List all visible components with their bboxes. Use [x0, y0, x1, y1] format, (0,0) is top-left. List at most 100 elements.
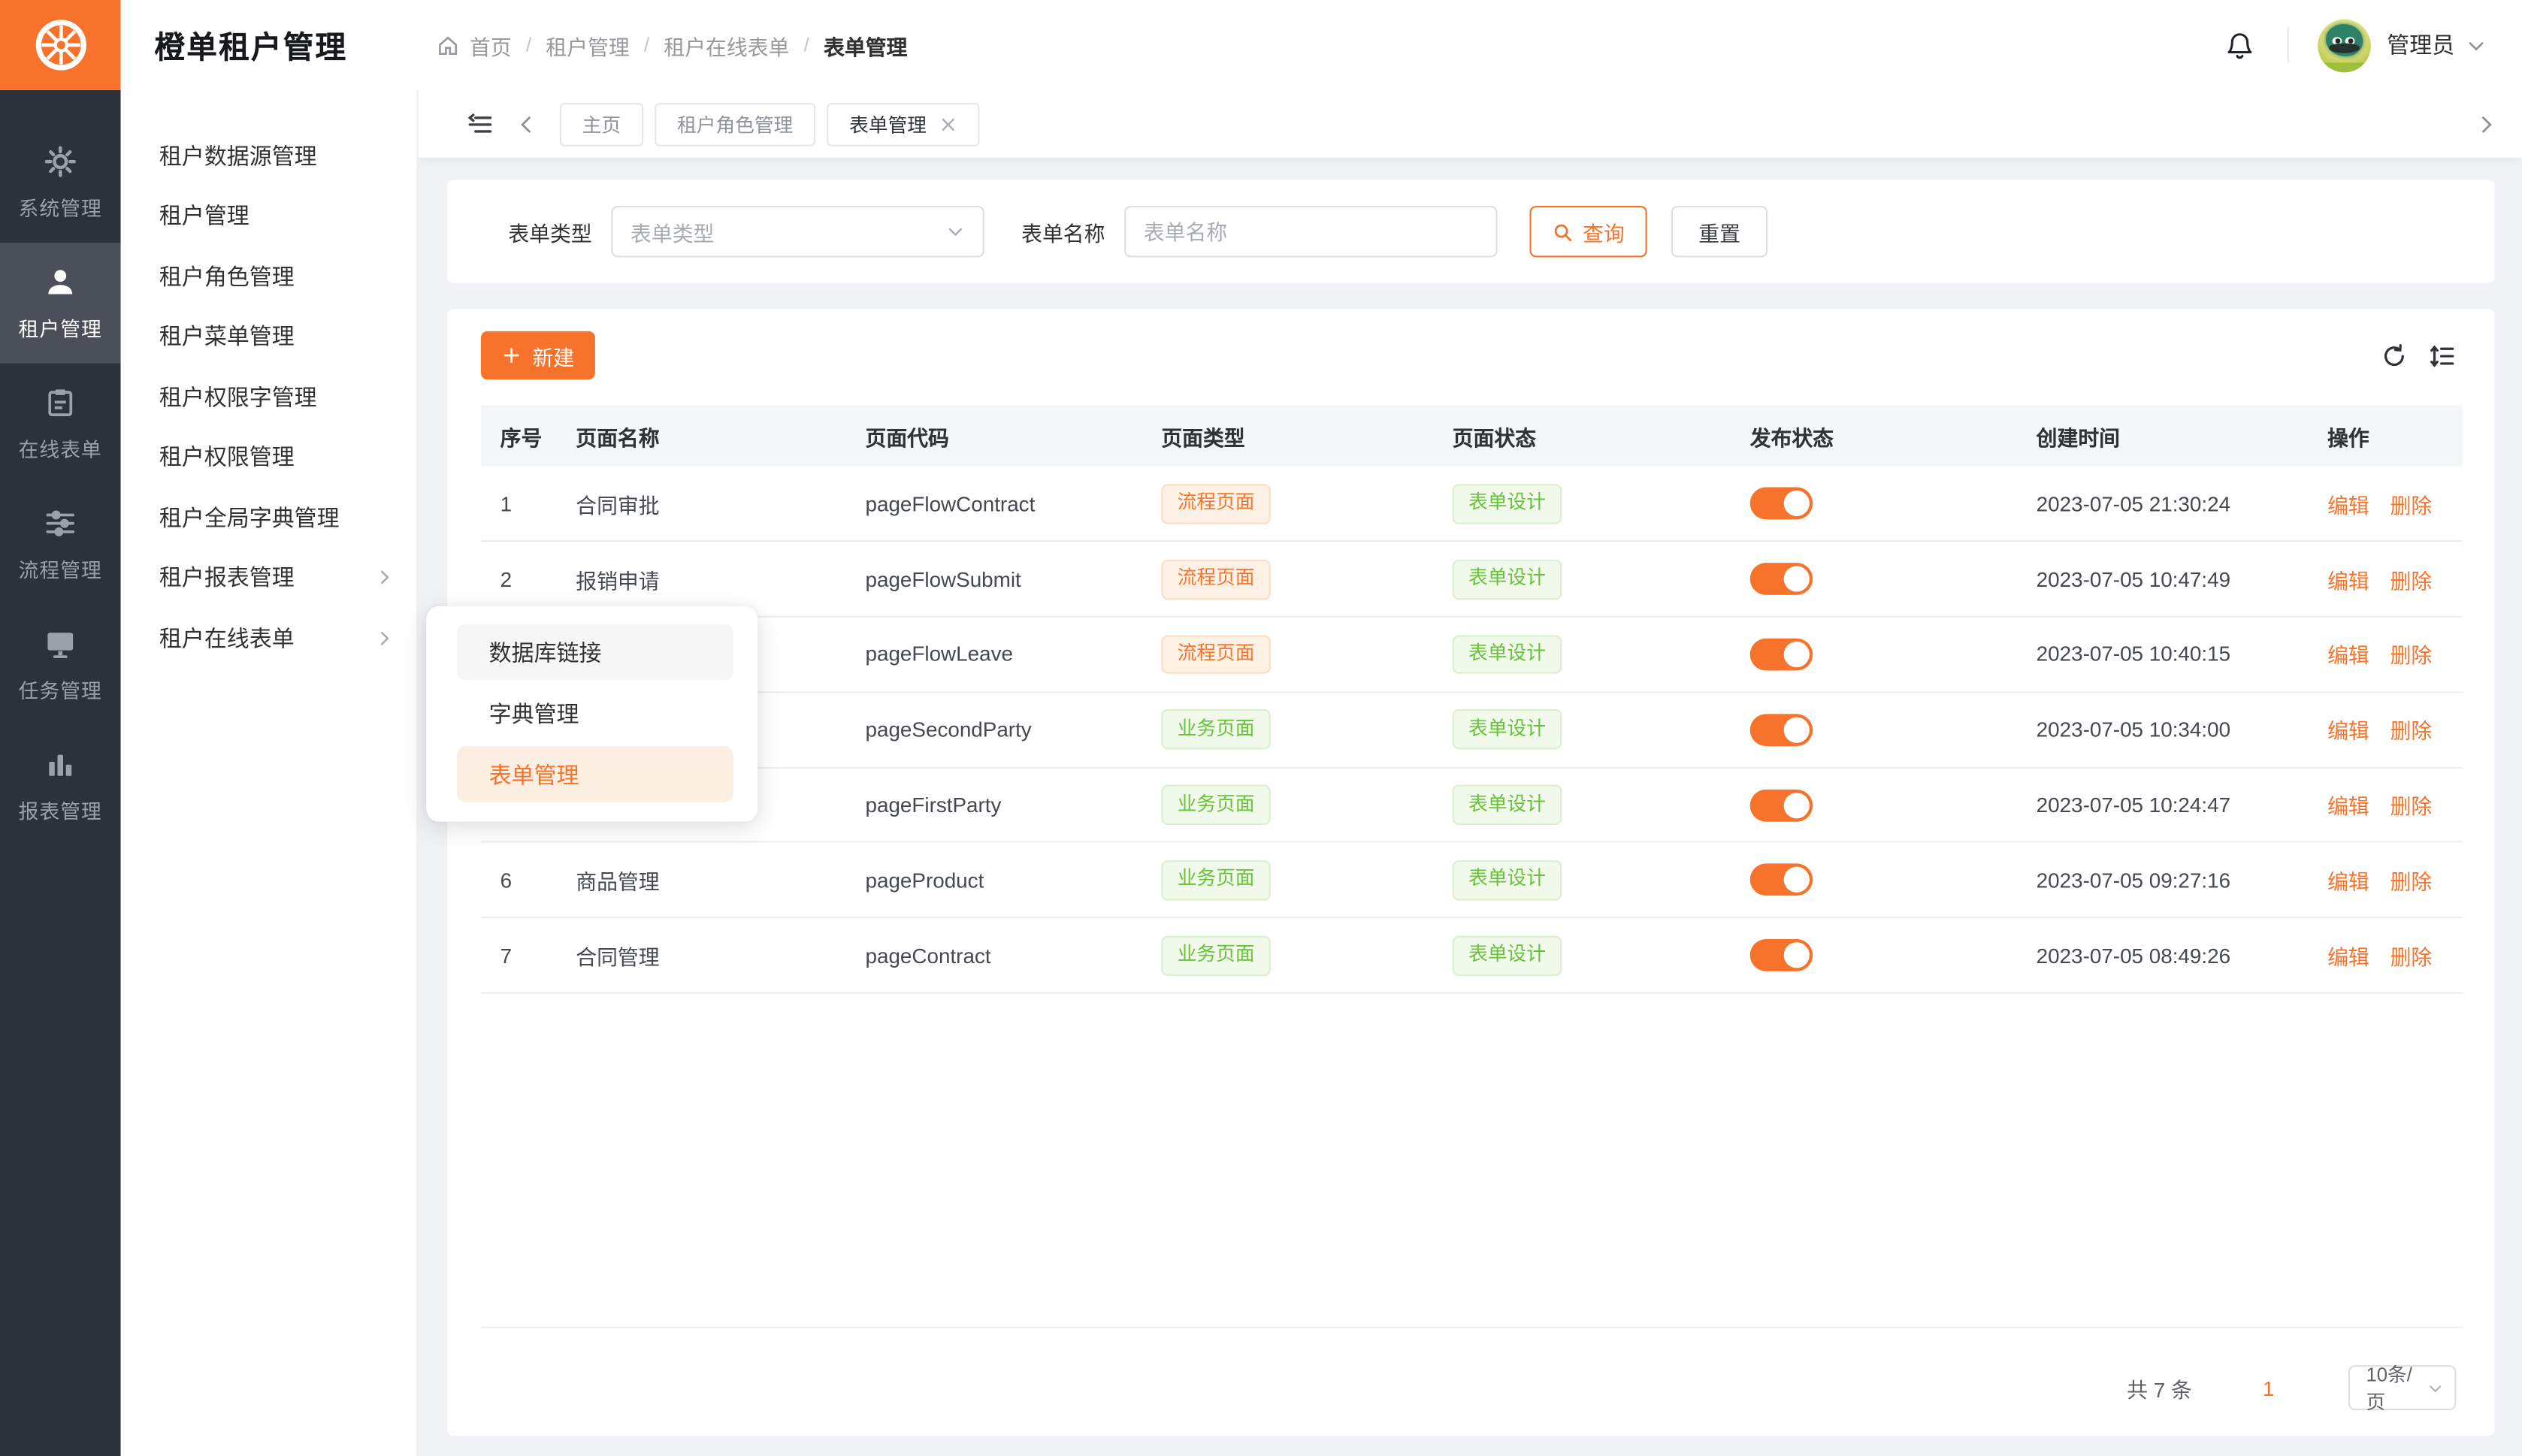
delete-link[interactable]: 删除 [2390, 945, 2433, 969]
delete-link[interactable]: 删除 [2390, 493, 2433, 517]
form-name-input[interactable] [1144, 219, 1478, 243]
cell-page-code: pageSecondParty [846, 692, 1142, 767]
bar-chart-icon [44, 747, 77, 781]
flyout-item-form-management[interactable]: 表单管理 [457, 746, 733, 802]
user-name[interactable]: 管理员 [2387, 29, 2454, 62]
user-icon [44, 264, 77, 298]
page-prev-icon[interactable] [2218, 1378, 2240, 1397]
edit-link[interactable]: 编辑 [2327, 569, 2369, 593]
delete-link[interactable]: 删除 [2390, 569, 2433, 593]
cell-created-time: 2023-07-05 21:30:24 [2017, 467, 2308, 542]
rail-item-label: 报表管理 [19, 793, 102, 824]
tab-tenant-role[interactable]: 租户角色管理 [655, 102, 815, 146]
form-type-select[interactable]: 表单类型 [611, 206, 984, 257]
delete-link[interactable]: 删除 [2390, 719, 2433, 743]
cell-created-time: 2023-07-05 08:49:26 [2017, 918, 2308, 993]
user-avatar[interactable] [2318, 19, 2371, 72]
cell-page-code: pageFlowSubmit [846, 542, 1142, 617]
sidebar-item-tenant[interactable]: 租户管理 [121, 186, 417, 246]
page-type-badge: 流程页面 [1161, 635, 1271, 675]
delete-link[interactable]: 删除 [2390, 644, 2433, 668]
refresh-icon[interactable] [2381, 342, 2408, 369]
publish-toggle[interactable] [1750, 639, 1813, 671]
publish-toggle[interactable] [1750, 939, 1813, 971]
page-next-icon[interactable] [2297, 1378, 2319, 1397]
app-root: 橙单租户管理 首页 / 租户管理 / 租户在线表单 / 表单管理 [0, 0, 2522, 1456]
page-title: 橙单租户管理 [154, 23, 347, 67]
sidebar-item-datasource[interactable]: 租户数据源管理 [121, 125, 417, 186]
sidebar-item-label: 租户菜单管理 [159, 320, 394, 352]
row-height-icon[interactable] [2429, 342, 2456, 369]
tabs-scroll-right-icon[interactable] [2475, 113, 2496, 134]
edit-link[interactable]: 编辑 [2327, 493, 2369, 517]
sidebar-item-tenant-role[interactable]: 租户角色管理 [121, 246, 417, 306]
tabs-scroll-left-icon[interactable] [516, 113, 537, 134]
rail-item-system[interactable]: 系统管理 [0, 122, 121, 243]
cell-seq: 7 [481, 918, 557, 993]
rail-item-flow[interactable]: 流程管理 [0, 484, 121, 605]
breadcrumb-item[interactable]: 租户在线表单 [664, 30, 789, 61]
sidebar-item-tenant-report[interactable]: 租户报表管理 [121, 548, 417, 608]
query-button[interactable]: 查询 [1530, 206, 1647, 257]
rail-item-report[interactable]: 报表管理 [0, 725, 121, 846]
tab-form-management[interactable]: 表单管理 [827, 102, 979, 146]
rail-item-task[interactable]: 任务管理 [0, 605, 121, 726]
chevron-down-icon[interactable] [2466, 35, 2487, 56]
page-type-badge: 业务页面 [1161, 710, 1271, 750]
edit-link[interactable]: 编辑 [2327, 870, 2369, 894]
pagination-total: 共 7 条 [2127, 1373, 2192, 1403]
reset-button[interactable]: 重置 [1671, 206, 1768, 257]
rail-item-online-form[interactable]: 在线表单 [0, 364, 121, 485]
publish-toggle[interactable] [1750, 563, 1813, 596]
form-type-label: 表单类型 [508, 216, 591, 247]
page-number[interactable]: 1 [2247, 1376, 2291, 1400]
close-icon[interactable] [939, 115, 957, 133]
publish-toggle[interactable] [1750, 789, 1813, 821]
sidebar-item-tenant-online-form[interactable]: 租户在线表单 [121, 608, 417, 668]
cell-page-name: 商品管理 [557, 843, 846, 918]
notification-bell-icon[interactable] [2224, 30, 2255, 61]
edit-link[interactable]: 编辑 [2327, 795, 2369, 819]
flyout-item-database-link[interactable]: 数据库链接 [457, 624, 733, 680]
app-logo [0, 0, 121, 90]
data-table: 序号 页面名称 页面代码 页面类型 页面状态 发布状态 创建时间 操作 1 [481, 405, 2463, 1328]
sidebar-item-perm[interactable]: 租户权限管理 [121, 427, 417, 487]
sidebar-item-label: 租户权限管理 [159, 441, 394, 473]
filter-bar: 表单类型 表单类型 表单名称 查询 重置 [447, 180, 2495, 283]
publish-toggle[interactable] [1750, 714, 1813, 746]
tab-home[interactable]: 主页 [560, 102, 643, 146]
publish-toggle[interactable] [1750, 864, 1813, 896]
delete-link[interactable]: 删除 [2390, 870, 2433, 894]
collapse-menu-icon[interactable] [467, 110, 494, 137]
edit-link[interactable]: 编辑 [2327, 644, 2369, 668]
search-icon [1553, 221, 1574, 242]
page-size-select[interactable]: 10条/页 [2348, 1365, 2456, 1410]
pagination: 共 7 条 1 10条/页 [2127, 1365, 2456, 1410]
table-row: 7 合同管理 pageContract 业务页面 表单设计 2023-07-05… [481, 918, 2463, 993]
sidebar-item-label: 租户角色管理 [159, 260, 394, 292]
plus-icon [502, 346, 522, 365]
breadcrumb-item[interactable]: 首页 [470, 30, 512, 61]
rail-item-tenant[interactable]: 租户管理 [0, 243, 121, 364]
chevron-right-icon [375, 628, 395, 648]
cell-page-code: pageProduct [846, 843, 1142, 918]
header-actions: 管理员 [2224, 19, 2522, 72]
cell-created-time: 2023-07-05 10:34:00 [2017, 692, 2308, 767]
publish-toggle[interactable] [1750, 488, 1813, 520]
flyout-item-dict-management[interactable]: 字典管理 [457, 685, 733, 742]
page-size-value: 10条/页 [2366, 1361, 2427, 1415]
sidebar-item-global-dict[interactable]: 租户全局字典管理 [121, 488, 417, 548]
page-status-badge: 表单设计 [1453, 635, 1562, 675]
cell-created-time: 2023-07-05 10:40:15 [2017, 617, 2308, 692]
sidebar-item-label: 租户报表管理 [159, 562, 375, 594]
page-type-badge: 业务页面 [1161, 860, 1271, 900]
edit-link[interactable]: 编辑 [2327, 719, 2369, 743]
sidebar-item-tenant-menu[interactable]: 租户菜单管理 [121, 307, 417, 367]
breadcrumb-item[interactable]: 租户管理 [546, 30, 629, 61]
tab-bar: 主页 租户角色管理 表单管理 [418, 90, 2522, 158]
create-button[interactable]: 新建 [481, 331, 595, 379]
sidebar-item-perm-word[interactable]: 租户权限字管理 [121, 367, 417, 427]
delete-link[interactable]: 删除 [2390, 795, 2433, 819]
tab-label: 表单管理 [849, 110, 927, 137]
edit-link[interactable]: 编辑 [2327, 945, 2369, 969]
